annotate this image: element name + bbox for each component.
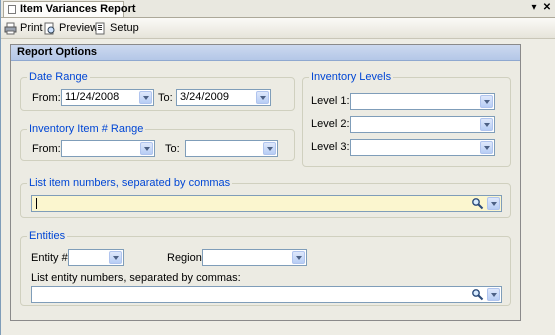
item-to-combo[interactable] [185,140,278,157]
setup-label: Setup [110,22,139,34]
inventory-levels-group: Inventory Levels Level 1: Level 2: Level… [302,71,511,167]
report-window: Item Variances Report ▾ ✕ Print Preview … [0,0,555,335]
tab-report-icon [8,5,16,14]
chevron-down-icon[interactable] [256,91,269,104]
level2-label: Level 2: [311,118,350,130]
tab-strip: Item Variances Report ▾ ✕ [1,0,555,18]
item-list-input[interactable] [31,195,502,212]
date-to-combo[interactable]: 3/24/2009 [176,89,271,106]
item-from-combo[interactable] [61,140,155,157]
entity-combo[interactable] [68,249,124,266]
chevron-down-icon[interactable] [140,142,153,155]
level1-combo[interactable] [350,93,495,110]
item-range-title: Inventory Item # Range [27,123,146,136]
setup-button[interactable]: Setup [94,20,139,36]
chevron-down-icon[interactable] [480,118,493,131]
date-range-group: Date Range From: 11/24/2008 3/24/2009 To… [20,71,295,111]
date-from-label: From: [32,92,61,104]
chevron-down-icon[interactable] [109,251,122,264]
toolbar: Print Preview Setup [1,18,555,39]
chevron-down-icon[interactable] [480,95,493,108]
chevron-down-icon[interactable] [487,197,500,210]
preview-icon [43,22,56,35]
chevron-down-icon[interactable] [263,142,276,155]
print-label: Print [20,22,43,34]
item-to-label: To: [165,143,180,155]
level2-combo[interactable] [350,116,495,133]
preview-button[interactable]: Preview [43,20,98,36]
tab-item-variances-report[interactable]: Item Variances Report [3,1,136,17]
dropdown-icon[interactable]: ▾ [528,2,540,14]
text-caret [36,198,37,209]
chevron-down-icon[interactable] [139,91,152,104]
inventory-levels-title: Inventory Levels [309,71,394,84]
level3-label: Level 3: [311,141,350,153]
close-icon[interactable]: ✕ [541,2,553,14]
entities-group: Entities Entity #: Region: List entity n… [20,230,511,306]
panel-title: Report Options [11,45,520,61]
tab-title: Item Variances Report [20,3,136,15]
preview-label: Preview [59,22,99,34]
entities-title: Entities [27,230,68,243]
date-from-combo[interactable]: 11/24/2008 [61,89,154,106]
print-button[interactable]: Print [4,20,43,36]
item-list-title: List item numbers, separated by commas [27,177,233,190]
entity-list-label: List entity numbers, separated by commas… [31,272,241,284]
search-icon[interactable] [471,197,484,210]
chevron-down-icon[interactable] [292,251,305,264]
chevron-down-icon[interactable] [487,288,500,301]
date-to-label-text: To: [158,92,173,104]
item-range-group: Inventory Item # Range From: To: [20,123,295,161]
item-list-group: List item numbers, separated by commas [20,177,511,218]
search-icon[interactable] [471,288,484,301]
print-icon [4,22,17,35]
region-label: Region: [167,252,205,264]
chevron-down-icon[interactable] [480,141,493,154]
date-to-value: 3/24/2009 [180,91,229,103]
date-from-value: 11/24/2008 [65,91,120,103]
entity-list-input[interactable] [31,286,502,303]
region-combo[interactable] [202,249,307,266]
entity-label: Entity #: [31,252,71,264]
item-from-label: From: [32,143,61,155]
setup-icon [94,22,107,35]
level1-label: Level 1: [311,95,350,107]
report-options-panel: Report Options Date Range From: 11/24/20… [10,44,521,321]
date-range-title: Date Range [27,71,90,84]
level3-combo[interactable] [350,139,495,156]
